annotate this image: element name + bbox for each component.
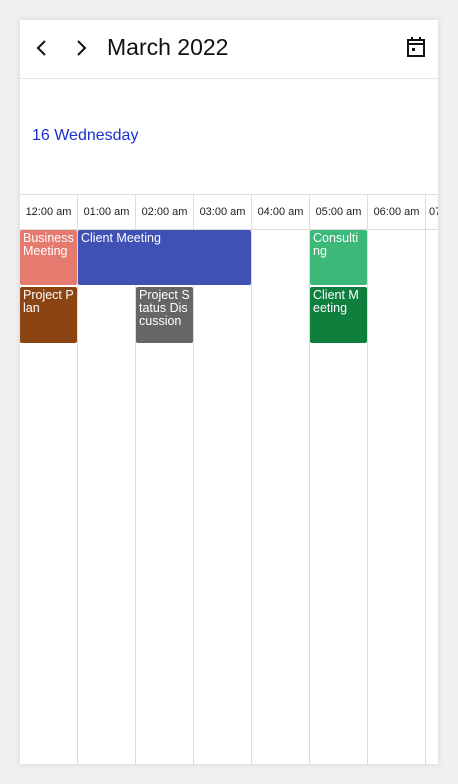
date-label[interactable]: 16 Wednesday bbox=[32, 127, 138, 145]
scheduler: March 2022 16 Wednesday 12:00 am 01:00 a… bbox=[20, 20, 438, 764]
grid-line bbox=[425, 229, 426, 764]
time-slot-label: 02:00 am bbox=[136, 195, 194, 229]
time-slot-label: 07:00 am bbox=[429, 206, 438, 218]
chevron-right-icon bbox=[77, 40, 87, 56]
time-slot-label: 01:00 am bbox=[78, 195, 136, 229]
grid-line bbox=[193, 229, 194, 764]
time-slot-label: 12:00 am bbox=[20, 195, 78, 229]
date-header: 16 Wednesday bbox=[20, 79, 438, 195]
time-slot-label: 05:00 am bbox=[310, 195, 368, 229]
time-slot-label: 06:00 am bbox=[368, 195, 426, 229]
appointment[interactable]: Business Meeting bbox=[20, 230, 77, 285]
timeline-view: 12:00 am 01:00 am 02:00 am 03:00 am 04:0… bbox=[20, 195, 438, 764]
previous-button[interactable] bbox=[28, 33, 56, 63]
time-slot-label: 03:00 am bbox=[194, 195, 252, 229]
scheduler-header: March 2022 bbox=[20, 20, 438, 79]
month-title[interactable]: March 2022 bbox=[107, 32, 228, 62]
chevron-left-icon bbox=[36, 40, 46, 56]
grid-line bbox=[77, 229, 78, 764]
appointment[interactable]: Client Meeting bbox=[78, 230, 251, 285]
grid-line bbox=[367, 229, 368, 764]
time-slot-header: 12:00 am 01:00 am 02:00 am 03:00 am 04:0… bbox=[20, 195, 438, 230]
appointment[interactable]: Project Plan bbox=[20, 287, 77, 343]
time-slot-label: 04:00 am bbox=[252, 195, 310, 229]
appointment[interactable]: Client Meeting bbox=[310, 287, 367, 343]
appointment[interactable]: Project Status Discussion bbox=[136, 287, 193, 343]
calendar-icon[interactable] bbox=[406, 36, 426, 58]
next-button[interactable] bbox=[67, 33, 95, 63]
grid-line bbox=[251, 229, 252, 764]
appointment[interactable]: Consulting bbox=[310, 230, 367, 285]
